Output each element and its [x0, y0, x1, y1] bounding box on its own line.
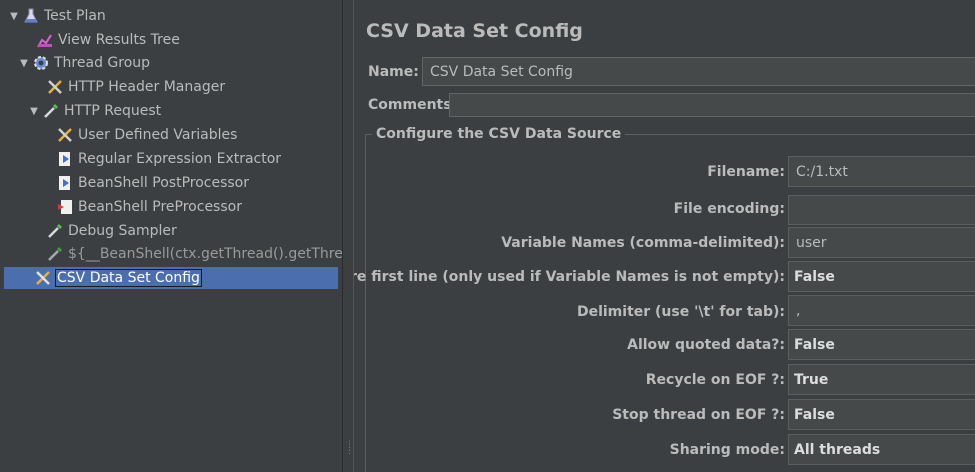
- filename-label: Filename:: [707, 164, 785, 180]
- comments-label: Comments:: [368, 97, 458, 113]
- tree-item-label: HTTP Request: [64, 103, 162, 119]
- tree-item-label: HTTP Header Manager: [68, 79, 226, 95]
- ignore-first-line-select[interactable]: False: [788, 261, 975, 292]
- file-encoding-label: File encoding:: [673, 201, 785, 217]
- expand-arrow-icon[interactable]: ▼: [28, 106, 40, 117]
- delimiter-input[interactable]: ,: [788, 295, 975, 326]
- tree-item-view-results-tree[interactable]: View Results Tree: [36, 29, 180, 51]
- expand-arrow-icon[interactable]: ▼: [18, 58, 30, 69]
- name-label: Name:: [368, 64, 419, 80]
- tree-item-beanshell-postprocessor[interactable]: BeanShell PostProcessor: [56, 172, 249, 194]
- stop-thread-select[interactable]: False: [788, 399, 975, 430]
- tree-item-label: Regular Expression Extractor: [78, 151, 282, 167]
- tree-item-test-plan[interactable]: ▼ Test Plan: [8, 5, 106, 27]
- tree-item-label: BeanShell PreProcessor: [78, 199, 242, 215]
- ignore-first-line-label: Ignore first line (only used if Variable…: [354, 269, 785, 285]
- pre-processor-icon: [56, 198, 74, 216]
- name-field[interactable]: CSV Data Set Config: [422, 57, 975, 86]
- pipette-icon: [46, 245, 64, 263]
- page-title: CSV Data Set Config: [366, 20, 583, 42]
- post-processor-icon: [56, 150, 74, 168]
- file-encoding-input[interactable]: [788, 195, 975, 225]
- wrench-scissors-icon: [34, 269, 52, 287]
- tree-item-label: View Results Tree: [58, 32, 180, 48]
- tree-item-label: User Defined Variables: [78, 127, 238, 143]
- split-pane-divider[interactable]: ⋮ ⋮ ⋮: [342, 0, 354, 472]
- tree-item-label: CSV Data Set Config: [55, 269, 202, 287]
- test-plan-tree[interactable]: ▼ Test Plan View Results Tree ▼ Thread G…: [0, 0, 342, 472]
- tree-item-label: Test Plan: [44, 8, 106, 24]
- tree-item-label: BeanShell PostProcessor: [78, 175, 249, 191]
- allow-quoted-select[interactable]: False: [788, 329, 975, 360]
- recycle-on-eof-label: Recycle on EOF ?:: [645, 372, 785, 388]
- tree-item-label: Thread Group: [54, 55, 151, 71]
- pipette-icon: [46, 222, 64, 240]
- expand-arrow-icon[interactable]: ▼: [8, 11, 20, 22]
- tree-item-http-request[interactable]: ▼ HTTP Request: [28, 100, 161, 122]
- chart-icon: [36, 31, 54, 49]
- stop-thread-label: Stop thread on EOF ?:: [612, 407, 785, 423]
- tree-item-beanshell-preprocessor[interactable]: BeanShell PreProcessor: [56, 196, 242, 218]
- tree-item-label: ${__BeanShell(ctx.getThread().getThre: [68, 246, 342, 262]
- gear-icon: [32, 54, 50, 72]
- sharing-mode-select[interactable]: All threads: [788, 434, 975, 465]
- wrench-scissors-icon: [56, 126, 74, 144]
- variable-names-label: Variable Names (comma-delimited):: [501, 235, 785, 251]
- post-processor-icon: [56, 174, 74, 192]
- pipette-icon: [42, 102, 60, 120]
- wrench-scissors-icon: [46, 78, 64, 96]
- flask-icon: [22, 7, 40, 25]
- tree-item-regular-expression-extractor[interactable]: Regular Expression Extractor: [56, 148, 281, 170]
- tree-item-label: Debug Sampler: [68, 223, 177, 239]
- delimiter-label: Delimiter (use '\t' for tab):: [576, 304, 785, 320]
- comments-field[interactable]: [449, 93, 975, 117]
- recycle-on-eof-select[interactable]: True: [788, 364, 975, 395]
- tree-item-http-header-manager[interactable]: HTTP Header Manager: [46, 76, 225, 98]
- group-title: Configure the CSV Data Source: [372, 126, 626, 142]
- tree-item-thread-group[interactable]: ▼ Thread Group: [18, 52, 150, 74]
- sharing-mode-label: Sharing mode:: [669, 442, 785, 458]
- tree-item-csv-data-set-config[interactable]: CSV Data Set Config: [4, 267, 338, 289]
- allow-quoted-label: Allow quoted data?:: [627, 337, 785, 353]
- filename-input[interactable]: C:/1.txt: [788, 156, 975, 187]
- grip-icon: ⋮ ⋮ ⋮: [345, 440, 354, 456]
- tree-item-beanshell-sampler[interactable]: ${__BeanShell(ctx.getThread().getThre: [46, 243, 342, 265]
- csv-config-panel: CSV Data Set Config Name: CSV Data Set C…: [354, 0, 975, 472]
- variable-names-input[interactable]: user: [788, 227, 975, 258]
- tree-item-debug-sampler[interactable]: Debug Sampler: [46, 220, 177, 242]
- tree-item-user-defined-variables[interactable]: User Defined Variables: [56, 124, 237, 146]
